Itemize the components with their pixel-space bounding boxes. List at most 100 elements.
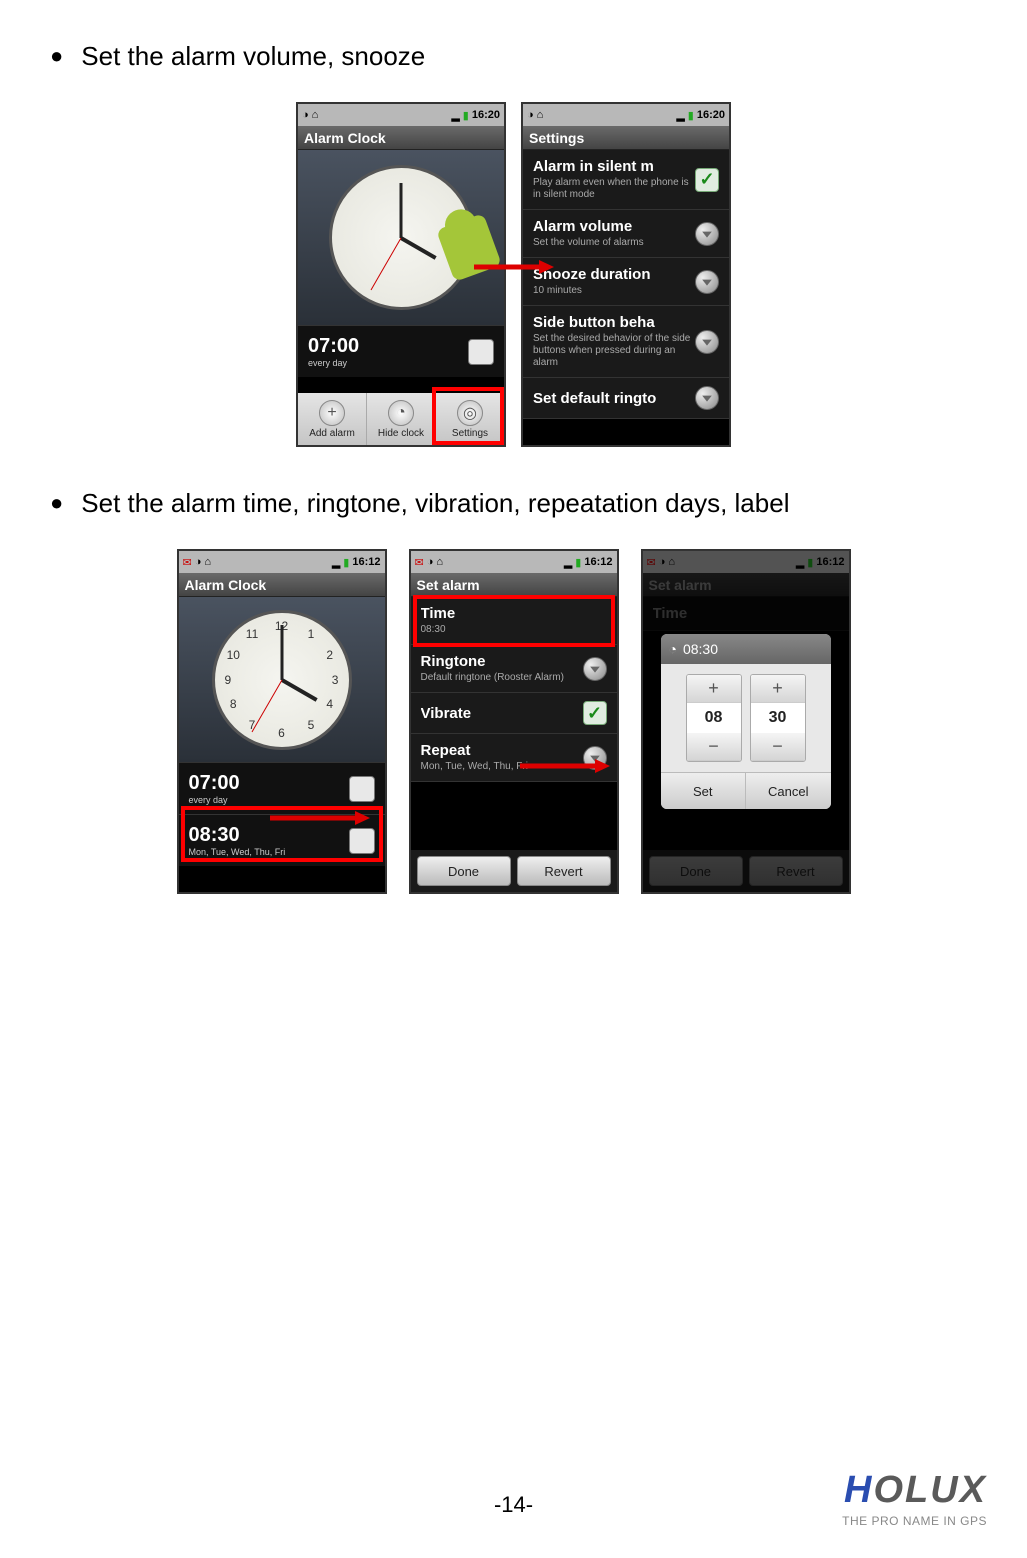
arrow-icon bbox=[520, 756, 610, 781]
cancel-button[interactable]: Cancel bbox=[746, 773, 831, 809]
dialog-buttons: Set Cancel bbox=[661, 772, 831, 809]
alarm-checkbox[interactable] bbox=[349, 776, 375, 802]
add-alarm-button[interactable]: + Add alarm bbox=[298, 393, 367, 445]
spinner-row: + 08 − + 30 − bbox=[661, 664, 831, 772]
clock-num: 3 bbox=[332, 673, 339, 687]
set-button[interactable]: Set bbox=[661, 773, 747, 809]
home-icon: ⌂ bbox=[204, 556, 211, 568]
bullet-text-2: Set the alarm time, ringtone, vibration,… bbox=[81, 487, 789, 519]
setting-sub: 10 minutes bbox=[533, 285, 695, 297]
setting-title: Snooze duration bbox=[533, 266, 695, 283]
setting-side-button[interactable]: Side button beha Set the desired behavio… bbox=[523, 306, 729, 378]
arrow-icon bbox=[474, 257, 554, 282]
signal-icon: ▂ bbox=[676, 109, 684, 122]
battery-icon: ▮ bbox=[463, 109, 469, 122]
signal-icon: ▂ bbox=[564, 556, 572, 569]
plus-button[interactable]: + bbox=[751, 675, 805, 703]
status-bar: ✉ ◑ ⌂ ▂ ▮ 16:12 bbox=[179, 551, 385, 573]
clock-num: 11 bbox=[246, 627, 258, 641]
minute-spinner[interactable]: + 30 − bbox=[750, 674, 806, 762]
setting-title: Alarm in silent m bbox=[533, 158, 695, 175]
chevron-down-icon bbox=[583, 657, 607, 681]
minus-button[interactable]: − bbox=[751, 733, 805, 761]
status-time: 16:20 bbox=[472, 109, 500, 121]
title-bar: Alarm Clock bbox=[298, 126, 504, 150]
checkbox-checked-icon[interactable] bbox=[695, 168, 719, 192]
setting-vibrate[interactable]: Vibrate bbox=[411, 693, 617, 734]
clock-num: 6 bbox=[278, 726, 285, 740]
done-button[interactable]: Done bbox=[417, 856, 511, 886]
done-revert-bar: Done Revert bbox=[411, 850, 617, 892]
settings-list: Alarm in silent m Play alarm even when t… bbox=[523, 150, 729, 419]
alarm-time: 07:00 bbox=[308, 335, 359, 358]
gps-icon: ◑ bbox=[427, 556, 434, 568]
setting-title: Vibrate bbox=[421, 705, 583, 722]
second-hand bbox=[371, 237, 402, 289]
second-hand bbox=[251, 679, 282, 731]
figure-row-2: ✉ ◑ ⌂ ▂ ▮ 16:12 Alarm Clock 12 1 2 3 4 5… bbox=[50, 549, 977, 894]
status-bar: ◑ ⌂ ▂ ▮ 16:20 bbox=[298, 104, 504, 126]
plus-icon: + bbox=[319, 400, 345, 426]
clock-num: 1 bbox=[308, 627, 315, 641]
status-time: 16:12 bbox=[352, 556, 380, 568]
setting-ringtone[interactable]: Ringtone Default ringtone (Rooster Alarm… bbox=[411, 645, 617, 693]
setting-title: Side button beha bbox=[533, 314, 695, 331]
setting-title: Alarm volume bbox=[533, 218, 695, 235]
chevron-down-icon bbox=[695, 222, 719, 246]
alarm-sub: every day bbox=[308, 358, 359, 368]
notification-icon: ✉ bbox=[415, 556, 424, 569]
status-bar: ◑ ⌂ ▂ ▮ 16:20 bbox=[523, 104, 729, 126]
setting-sub: Default ringtone (Rooster Alarm) bbox=[421, 672, 583, 684]
bullet-line-2: ● Set the alarm time, ringtone, vibratio… bbox=[50, 487, 977, 519]
hour-spinner[interactable]: + 08 − bbox=[686, 674, 742, 762]
clock-icon: ◔ bbox=[388, 400, 414, 426]
hide-clock-button[interactable]: ◔ Hide clock bbox=[367, 393, 436, 445]
setting-snooze[interactable]: Snooze duration 10 minutes bbox=[523, 258, 729, 306]
battery-icon: ▮ bbox=[575, 556, 581, 569]
clock-num: 8 bbox=[230, 697, 237, 711]
phone-time-picker: ✉ ◑ ⌂ ▂ ▮ 16:12 Set alarm Time Done Reve… bbox=[641, 549, 851, 894]
status-bar: ✉ ◑ ⌂ ▂ ▮ 16:12 bbox=[411, 551, 617, 573]
alarm-checkbox[interactable] bbox=[468, 339, 494, 365]
chevron-down-icon bbox=[695, 386, 719, 410]
home-icon: ⌂ bbox=[312, 109, 319, 121]
gps-icon: ◑ bbox=[527, 109, 534, 121]
clock-icon: ◔ bbox=[669, 641, 677, 657]
figure-row-1: ◑ ⌂ ▂ ▮ 16:20 Alarm Clock 07:00 every da… bbox=[50, 102, 977, 447]
hour-hand bbox=[400, 236, 437, 259]
setting-default-ringtone[interactable]: Set default ringto bbox=[523, 378, 729, 419]
minute-value[interactable]: 30 bbox=[751, 703, 805, 733]
setting-title: Set default ringto bbox=[533, 390, 695, 407]
notification-icon: ✉ bbox=[183, 556, 192, 569]
battery-icon: ▮ bbox=[343, 556, 349, 569]
home-icon: ⌂ bbox=[436, 556, 443, 568]
minus-button[interactable]: − bbox=[687, 733, 741, 761]
setting-sub: Set the desired behavior of the side but… bbox=[533, 333, 695, 369]
clock-area bbox=[298, 150, 504, 325]
bullet-text-1: Set the alarm volume, snooze bbox=[81, 40, 425, 72]
clock-num: 9 bbox=[225, 673, 232, 687]
title-bar: Settings bbox=[523, 126, 729, 150]
alarm-sub: every day bbox=[189, 795, 240, 805]
hour-value[interactable]: 08 bbox=[687, 703, 741, 733]
alarm-time: 07:00 bbox=[189, 772, 240, 795]
clock-area: 12 1 2 3 4 5 6 7 8 9 10 11 bbox=[179, 597, 385, 762]
clock-num: 4 bbox=[326, 697, 333, 711]
signal-icon: ▂ bbox=[451, 109, 459, 122]
logo-text: HOLUX bbox=[842, 1469, 987, 1512]
bullet-line-1: ● Set the alarm volume, snooze bbox=[50, 40, 977, 72]
setting-alarm-volume[interactable]: Alarm volume Set the volume of alarms bbox=[523, 210, 729, 258]
revert-button[interactable]: Revert bbox=[517, 856, 611, 886]
dialog-header: ◔ 08:30 bbox=[661, 634, 831, 664]
gps-icon: ◑ bbox=[302, 109, 309, 121]
setting-sub: Set the volume of alarms bbox=[533, 237, 695, 249]
btn-label: Hide clock bbox=[378, 428, 424, 439]
phone-alarm-list: ✉ ◑ ⌂ ▂ ▮ 16:12 Alarm Clock 12 1 2 3 4 5… bbox=[177, 549, 387, 894]
bullet-dot-icon: ● bbox=[50, 40, 63, 72]
setting-alarm-silent[interactable]: Alarm in silent m Play alarm even when t… bbox=[523, 150, 729, 210]
plus-button[interactable]: + bbox=[687, 675, 741, 703]
status-time: 16:20 bbox=[697, 109, 725, 121]
checkbox-checked-icon[interactable] bbox=[583, 701, 607, 725]
home-icon: ⌂ bbox=[537, 109, 544, 121]
alarm-row[interactable]: 07:00 every day bbox=[298, 325, 504, 377]
